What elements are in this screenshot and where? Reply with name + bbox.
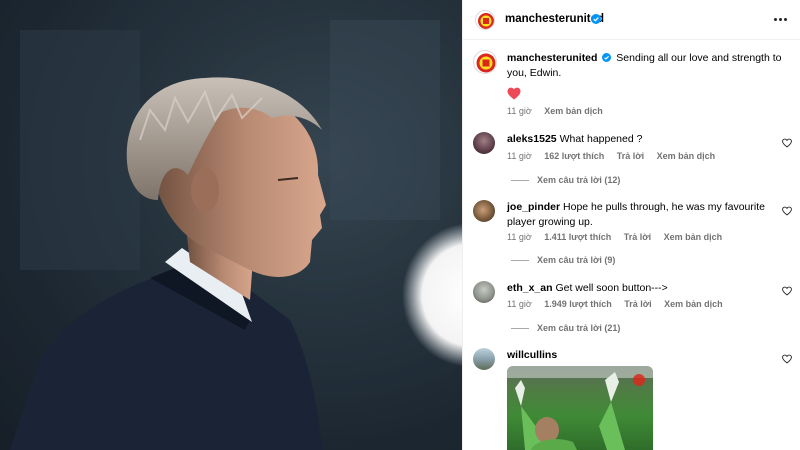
comment-meta: 11 giờ 162 lượt thích Trả lời Xem bản dị… bbox=[507, 151, 725, 161]
comment-avatar[interactable] bbox=[473, 132, 495, 154]
view-replies-button[interactable]: Xem câu trả lời (9) bbox=[511, 255, 615, 265]
caption-time: 11 giờ bbox=[507, 106, 532, 116]
caption-avatar[interactable] bbox=[473, 50, 497, 74]
comment-body: Get well soon button---> bbox=[555, 282, 668, 294]
translate-link[interactable]: Xem bản dịch bbox=[657, 151, 716, 161]
mu-crest-icon bbox=[476, 53, 496, 73]
comment-username[interactable]: willcullins bbox=[507, 349, 557, 361]
comment-text: aleks1525 What happened ? bbox=[507, 132, 777, 147]
reply-button[interactable]: Trả lời bbox=[624, 232, 651, 242]
like-heart-icon[interactable] bbox=[782, 354, 792, 364]
comment-likes[interactable]: 1.411 lượt thích bbox=[544, 232, 611, 242]
comment-avatar[interactable] bbox=[473, 348, 495, 370]
comment-text: willcullins bbox=[507, 348, 777, 363]
comment-time: 11 giờ bbox=[507, 232, 532, 242]
account-avatar[interactable] bbox=[475, 10, 495, 30]
like-heart-icon[interactable] bbox=[782, 206, 792, 216]
mu-crest-icon bbox=[478, 13, 494, 29]
caption-username[interactable]: manchesterunited bbox=[507, 52, 597, 64]
translate-link[interactable]: Xem bản dịch bbox=[664, 232, 723, 242]
comment-likes[interactable]: 162 lượt thích bbox=[544, 151, 604, 161]
comment-time: 11 giờ bbox=[507, 151, 532, 161]
caption-text: manchesterunited Sending all our love an… bbox=[507, 51, 787, 81]
comment-time: 11 giờ bbox=[507, 299, 532, 309]
comment-avatar[interactable] bbox=[473, 200, 495, 222]
heart-icon bbox=[507, 87, 521, 100]
caption-translate-link[interactable]: Xem bản dịch bbox=[544, 106, 603, 116]
comment-text: joe_pinder Hope he pulls through, he was… bbox=[507, 200, 777, 230]
header-username[interactable]: manchesterunited bbox=[505, 13, 604, 25]
view-replies-button[interactable]: Xem câu trả lời (21) bbox=[511, 323, 620, 333]
comment-username[interactable]: aleks1525 bbox=[507, 133, 557, 145]
post-details-panel: manchesterunited manchesterunited Sendin… bbox=[462, 0, 800, 450]
post-header: manchesterunited bbox=[463, 0, 800, 40]
reply-button[interactable]: Trả lời bbox=[624, 299, 651, 309]
comment-meta: 11 giờ 1.949 lượt thích Trả lời Xem bản … bbox=[507, 299, 733, 309]
more-options-icon[interactable] bbox=[773, 12, 789, 26]
comment-username[interactable]: joe_pinder bbox=[507, 201, 560, 213]
comment-body: What happened ? bbox=[559, 133, 643, 145]
caption-meta: 11 giờ Xem bản dịch bbox=[507, 106, 613, 116]
comment-text: eth_x_an Get well soon button---> bbox=[507, 281, 777, 296]
goalkeeper-gif-image bbox=[507, 366, 653, 450]
verified-badge-icon bbox=[602, 53, 612, 62]
post-photo bbox=[0, 0, 462, 450]
comment-likes[interactable]: 1.949 lượt thích bbox=[544, 299, 611, 309]
verified-badge-icon bbox=[591, 14, 601, 24]
view-replies-button[interactable]: Xem câu trả lời (12) bbox=[511, 175, 620, 185]
like-heart-icon[interactable] bbox=[782, 286, 792, 296]
comment-avatar[interactable] bbox=[473, 281, 495, 303]
comment-username[interactable]: eth_x_an bbox=[507, 282, 553, 294]
photo-illustration bbox=[0, 0, 462, 450]
comment-gif[interactable] bbox=[507, 366, 653, 450]
comment-meta: 11 giờ 1.411 lượt thích Trả lời Xem bản … bbox=[507, 232, 732, 242]
like-heart-icon[interactable] bbox=[782, 138, 792, 148]
reply-button[interactable]: Trả lời bbox=[617, 151, 644, 161]
translate-link[interactable]: Xem bản dịch bbox=[664, 299, 723, 309]
